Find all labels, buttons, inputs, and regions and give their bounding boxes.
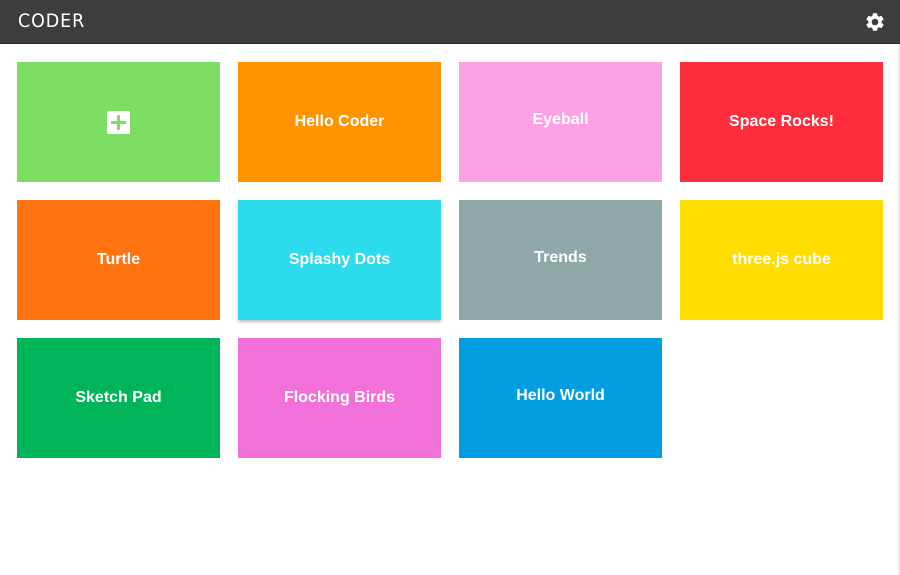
tile-label: Turtle: [96, 251, 141, 268]
app-tile-threejs-cube[interactable]: three.js cube: [680, 200, 883, 320]
app-tile-turtle[interactable]: Turtle: [17, 200, 220, 320]
app-grid: Hello Coder Eyeball Space Rocks! Turtle …: [17, 62, 883, 458]
tile-label: Eyeball: [532, 111, 589, 128]
tile-label: Hello Coder: [294, 113, 385, 130]
gear-icon: [864, 11, 886, 33]
tile-label: Trends: [534, 249, 587, 266]
app-tile-eyeball[interactable]: Eyeball: [459, 62, 662, 182]
settings-button[interactable]: [864, 11, 886, 33]
app-tile-space-rocks[interactable]: Space Rocks!: [680, 62, 883, 182]
app-tile-hello-coder[interactable]: Hello Coder: [238, 62, 441, 182]
app-tile-trends[interactable]: Trends: [459, 200, 662, 320]
tile-label: Splashy Dots: [288, 251, 391, 268]
tile-label: Space Rocks!: [729, 113, 834, 130]
top-bar: CODER: [0, 0, 900, 44]
app-tile-sketch-pad[interactable]: Sketch Pad: [17, 338, 220, 458]
app-tile-splashy-dots[interactable]: Splashy Dots: [238, 200, 441, 320]
plus-icon: [107, 110, 130, 134]
app-tile-hello-world[interactable]: Hello World: [459, 338, 662, 458]
app-title: CODER: [18, 10, 86, 32]
tile-label: Hello World: [516, 387, 605, 404]
tile-label: Flocking Birds: [283, 389, 396, 406]
new-app-tile[interactable]: [17, 62, 220, 182]
tile-label: three.js cube: [732, 251, 831, 268]
tile-label: Sketch Pad: [75, 389, 162, 406]
app-tile-flocking-birds[interactable]: Flocking Birds: [238, 338, 441, 458]
